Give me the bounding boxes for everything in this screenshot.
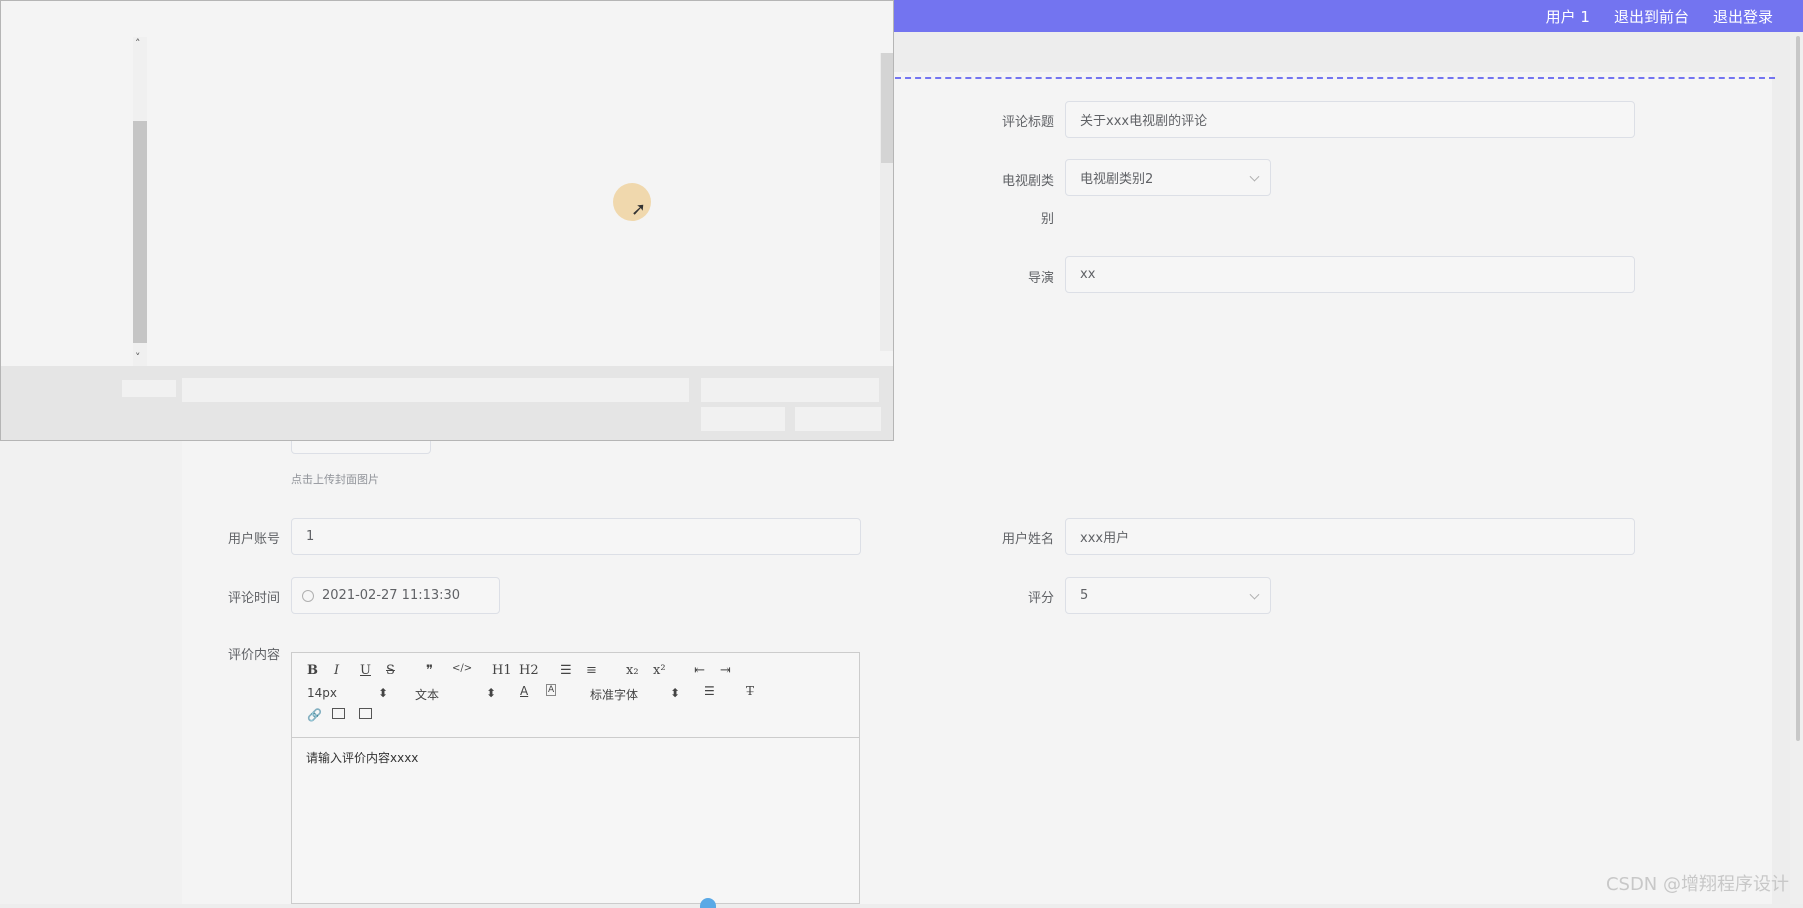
align-icon[interactable]: ☰ xyxy=(704,684,715,698)
font-family-select[interactable]: 标准字体 xyxy=(590,686,638,703)
subscript-icon[interactable]: x₂ xyxy=(626,663,639,678)
h2-icon[interactable]: H2 xyxy=(519,663,539,678)
chevron-down-icon[interactable]: ˅ xyxy=(135,351,141,364)
filename-input[interactable] xyxy=(182,378,689,402)
floating-dot xyxy=(700,898,716,908)
chevron-updown-icon: ⬍ xyxy=(378,686,389,700)
category-label: 电视剧类 xyxy=(1001,174,1054,189)
back-to-front-link[interactable]: 退出到前台 xyxy=(1614,6,1689,27)
dialog-footer xyxy=(1,366,893,440)
director-label: 导演 xyxy=(1027,271,1054,286)
bullet-list-icon[interactable]: ≡ xyxy=(586,663,597,678)
font-size-select[interactable]: 14px xyxy=(307,686,337,700)
user-link[interactable]: 用户 1 xyxy=(1546,6,1590,27)
comment-time-picker[interactable]: 2021-02-27 11:13:30 xyxy=(291,577,500,614)
dialog-scrollbar-thumb[interactable] xyxy=(133,121,147,343)
comment-title-label: 评论标题 xyxy=(1001,115,1054,130)
logout-link[interactable]: 退出登录 xyxy=(1713,6,1773,27)
mouse-cursor-icon: ➚ xyxy=(631,199,647,220)
clock-icon xyxy=(302,589,314,602)
editor-content[interactable]: 请输入评价内容xxxx xyxy=(306,749,418,766)
filename-label xyxy=(122,380,176,397)
header-select[interactable]: 文本 xyxy=(415,686,439,703)
chevron-down-icon xyxy=(1249,589,1260,600)
chevron-down-icon xyxy=(1249,171,1260,182)
rating-select-value: 5 xyxy=(1080,588,1089,603)
underline-icon[interactable]: U xyxy=(360,663,371,678)
italic-icon[interactable]: I xyxy=(334,663,339,678)
code-icon[interactable]: </> xyxy=(452,663,472,674)
outdent-icon[interactable]: ⇤ xyxy=(694,663,705,678)
user-name-label: 用户姓名 xyxy=(1001,532,1054,547)
content-label: 评价内容 xyxy=(227,648,280,663)
chevron-up-icon[interactable]: ˄ xyxy=(135,37,141,50)
dialog-right-scrollbar-thumb[interactable] xyxy=(881,53,893,163)
watermark: CSDN @增翔程序设计 xyxy=(1605,874,1789,895)
file-dialog[interactable]: ˄ ˅ ➚ xyxy=(0,0,894,441)
user-name-input[interactable]: xxx用户 xyxy=(1065,518,1635,555)
video-icon[interactable] xyxy=(359,708,372,719)
rating-label: 评分 xyxy=(1027,591,1054,606)
chevron-updown-icon: ⬍ xyxy=(670,686,681,700)
indent-icon[interactable]: ⇥ xyxy=(720,663,731,678)
chevron-updown-icon: ⬍ xyxy=(486,686,497,700)
comment-title-input[interactable]: 关于xxx电视剧的评论 xyxy=(1065,101,1635,138)
comment-time-value: 2021-02-27 11:13:30 xyxy=(322,588,461,603)
category-select-value: 电视剧类别2 xyxy=(1080,172,1154,187)
cancel-button[interactable] xyxy=(795,407,881,431)
blockquote-icon[interactable]: ❞ xyxy=(426,663,433,678)
h1-icon[interactable]: H1 xyxy=(492,663,512,678)
dashed-divider xyxy=(895,77,1775,79)
top-nav: 用户 1 退出到前台 退出登录 xyxy=(1546,0,1773,32)
superscript-icon[interactable]: x² xyxy=(653,663,666,678)
rich-text-editor[interactable]: B I U S ❞ </> H1 H2 ☰ ≡ x₂ x² ⇤ ⇥ 14px ⬍… xyxy=(291,652,860,904)
background-color-icon[interactable]: A xyxy=(546,684,557,696)
ordered-list-icon[interactable]: ☰ xyxy=(560,663,572,678)
bold-icon[interactable]: B xyxy=(307,663,318,678)
link-icon[interactable]: 🔗 xyxy=(307,708,322,722)
user-account-input[interactable]: 1 xyxy=(291,518,861,555)
category-label-wrap: 别 xyxy=(1040,212,1054,227)
user-account-label: 用户账号 xyxy=(227,532,280,547)
page-scrollbar-thumb[interactable] xyxy=(1796,36,1800,741)
font-color-icon[interactable]: A xyxy=(520,684,528,698)
open-button[interactable] xyxy=(701,407,785,431)
editor-toolbar: B I U S ❞ </> H1 H2 ☰ ≡ x₂ x² ⇤ ⇥ 14px ⬍… xyxy=(292,653,859,738)
cover-upload-hint: 点击上传封面图片 xyxy=(291,473,379,486)
rating-select[interactable]: 5 xyxy=(1065,577,1271,614)
category-select[interactable]: 电视剧类别2 xyxy=(1065,159,1271,196)
image-icon[interactable] xyxy=(332,708,345,719)
strike-icon[interactable]: S xyxy=(386,663,395,678)
comment-time-label: 评论时间 xyxy=(227,591,280,606)
file-type-select[interactable] xyxy=(701,378,879,402)
clear-format-icon[interactable]: T̶ xyxy=(746,684,754,698)
director-input[interactable]: xx xyxy=(1065,256,1635,293)
